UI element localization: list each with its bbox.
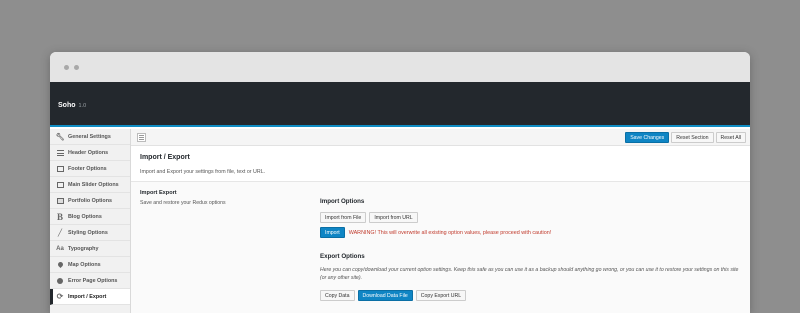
options-sidebar: 🔧︎ General Settings Header Options Foote… <box>50 129 131 313</box>
section-description: Import and Export your settings from fil… <box>140 169 266 175</box>
import-export-label: Import Export <box>140 190 177 196</box>
import-from-url-button[interactable]: Import from URL <box>369 212 418 223</box>
sidebar-item-import-export[interactable]: ⟳ Import / Export <box>50 289 130 305</box>
section-title: Import / Export <box>140 154 190 161</box>
sidebar-item-label: Blog Options <box>68 213 102 220</box>
wrench-icon: 🔧︎ <box>55 133 65 141</box>
admin-header: Soho 1.0 <box>50 82 750 127</box>
menu-icon <box>56 149 64 157</box>
sidebar-item-styling-options[interactable]: ╱ Styling Options <box>50 225 130 241</box>
sidebar-item-typography[interactable]: Aa Typography <box>50 241 130 257</box>
window-dot-icon[interactable] <box>64 65 69 70</box>
slider-box-icon <box>56 181 64 189</box>
sidebar-item-label: Import / Export <box>68 293 107 300</box>
sidebar-item-label: Styling Options <box>68 229 108 236</box>
error-circle-icon <box>56 277 64 285</box>
reset-all-button[interactable]: Reset All <box>715 132 746 143</box>
sidebar-item-general-settings[interactable]: 🔧︎ General Settings <box>50 129 130 145</box>
sidebar-item-label: Footer Options <box>68 165 107 172</box>
sidebar-item-label: Error Page Options <box>68 277 118 284</box>
refresh-icon: ⟳ <box>56 292 64 301</box>
import-options-title: Import Options <box>320 198 365 205</box>
save-changes-button[interactable]: Save Changes <box>625 132 670 143</box>
reset-section-button[interactable]: Reset Section <box>671 132 714 143</box>
download-data-file-button[interactable]: Download Data File <box>357 290 413 301</box>
options-panel: Save Changes Reset Section Reset All Imp… <box>131 129 750 313</box>
theme-brand: Soho 1.0 <box>58 102 86 109</box>
briefcase-icon <box>56 197 64 205</box>
brush-icon: ╱ <box>57 229 63 237</box>
browser-window: Soho 1.0 🔧︎ General Settings Header Optio… <box>50 52 750 313</box>
sidebar-item-map-options[interactable]: Map Options <box>50 257 130 273</box>
export-options-description: Here you can copy/download your current … <box>320 267 739 281</box>
copy-export-url-button[interactable]: Copy Export URL <box>415 290 467 301</box>
sidebar-item-label: Main Slider Options <box>68 181 119 188</box>
window-dot-icon[interactable] <box>74 65 79 70</box>
export-options-title: Export Options <box>320 253 365 260</box>
import-warning: WARNING! This will overwrite all existin… <box>348 229 552 236</box>
footer-box-icon <box>56 165 64 173</box>
sidebar-item-portfolio-options[interactable]: Portfolio Options <box>50 193 130 209</box>
sidebar-item-label: Typography <box>68 245 99 252</box>
sidebar-item-blog-options[interactable]: B Blog Options <box>50 209 130 225</box>
map-pin-icon <box>56 260 64 269</box>
sidebar-item-label: Header Options <box>68 149 109 156</box>
sidebar-item-header-options[interactable]: Header Options <box>50 145 130 161</box>
sidebar-item-label: Map Options <box>68 261 101 268</box>
import-from-file-button[interactable]: Import from File <box>320 212 367 223</box>
sidebar-item-main-slider-options[interactable]: Main Slider Options <box>50 177 130 193</box>
import-button[interactable]: Import <box>320 227 345 238</box>
window-chrome <box>50 52 750 82</box>
sidebar-item-error-page-options[interactable]: Error Page Options <box>50 273 130 289</box>
theme-name: Soho <box>58 102 76 109</box>
import-export-subtitle: Save and restore your Redux options <box>140 200 226 206</box>
theme-version: 1.0 <box>78 103 87 109</box>
copy-data-button[interactable]: Copy Data <box>320 290 355 301</box>
divider <box>131 181 750 182</box>
blog-b-icon: B <box>56 211 63 222</box>
sidebar-item-footer-options[interactable]: Footer Options <box>50 161 130 177</box>
expand-options-icon[interactable] <box>137 133 146 142</box>
sidebar-item-label: General Settings <box>68 133 111 140</box>
typography-icon: Aa <box>56 245 64 252</box>
sidebar-item-label: Portfolio Options <box>68 197 113 204</box>
action-bar: Save Changes Reset Section Reset All <box>131 129 750 146</box>
